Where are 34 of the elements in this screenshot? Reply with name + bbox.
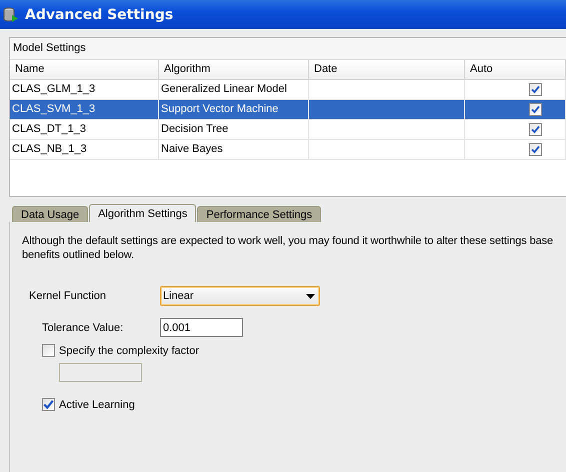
tab[interactable]: Data Usage bbox=[12, 206, 88, 222]
table-cell[interactable]: CLAS_NB_1_3 bbox=[10, 140, 159, 160]
caret-icon bbox=[306, 294, 315, 298]
active-learning-label: Active Learning bbox=[59, 398, 135, 410]
database-icon bbox=[2, 6, 20, 24]
active-learning-checkbox[interactable] bbox=[42, 398, 55, 411]
column-header[interactable]: Algorithm bbox=[159, 60, 309, 80]
table-cell[interactable] bbox=[309, 120, 465, 140]
table-cell[interactable]: Support Vector Machine bbox=[159, 100, 309, 120]
description-text: Although the default settings are expected to work well, you may found it worthwhile to alter these settings base benefits outlined below. bbox=[22, 234, 554, 262]
tab[interactable]: Algorithm Settings bbox=[89, 204, 196, 222]
auto-checkbox[interactable] bbox=[529, 103, 542, 116]
auto-checkbox[interactable] bbox=[529, 83, 542, 96]
complexity-checkbox[interactable] bbox=[42, 344, 55, 357]
table-cell[interactable]: CLAS_SVM_1_3 bbox=[10, 100, 159, 120]
auto-checkbox[interactable] bbox=[529, 143, 542, 156]
kernel-function-label: Kernel Function bbox=[29, 290, 108, 302]
column-header[interactable]: Name bbox=[10, 60, 159, 80]
complexity-field[interactable] bbox=[59, 363, 142, 382]
table-cell[interactable]: CLAS_DT_1_3 bbox=[10, 120, 159, 140]
table-cell[interactable]: Decision Tree bbox=[159, 120, 309, 140]
column-header[interactable]: Auto bbox=[465, 60, 566, 80]
kernel-function-dropdown[interactable]: Linear bbox=[160, 286, 320, 306]
panel-title: Model Settings bbox=[10, 38, 566, 60]
table-cell[interactable] bbox=[309, 140, 465, 160]
column-header[interactable]: Date bbox=[309, 60, 465, 80]
complexity-label: Specify the complexity factor bbox=[59, 344, 200, 356]
tolerance-value-label: Tolerance Value: bbox=[42, 322, 124, 334]
tab[interactable]: Performance Settings bbox=[197, 206, 322, 222]
window-title: Advanced Settings bbox=[25, 6, 174, 22]
auto-checkbox[interactable] bbox=[529, 123, 542, 136]
tolerance-value-field[interactable]: 0.001 bbox=[160, 318, 243, 337]
table-cell[interactable] bbox=[309, 100, 465, 120]
table-cell[interactable]: Naive Bayes bbox=[159, 140, 309, 160]
